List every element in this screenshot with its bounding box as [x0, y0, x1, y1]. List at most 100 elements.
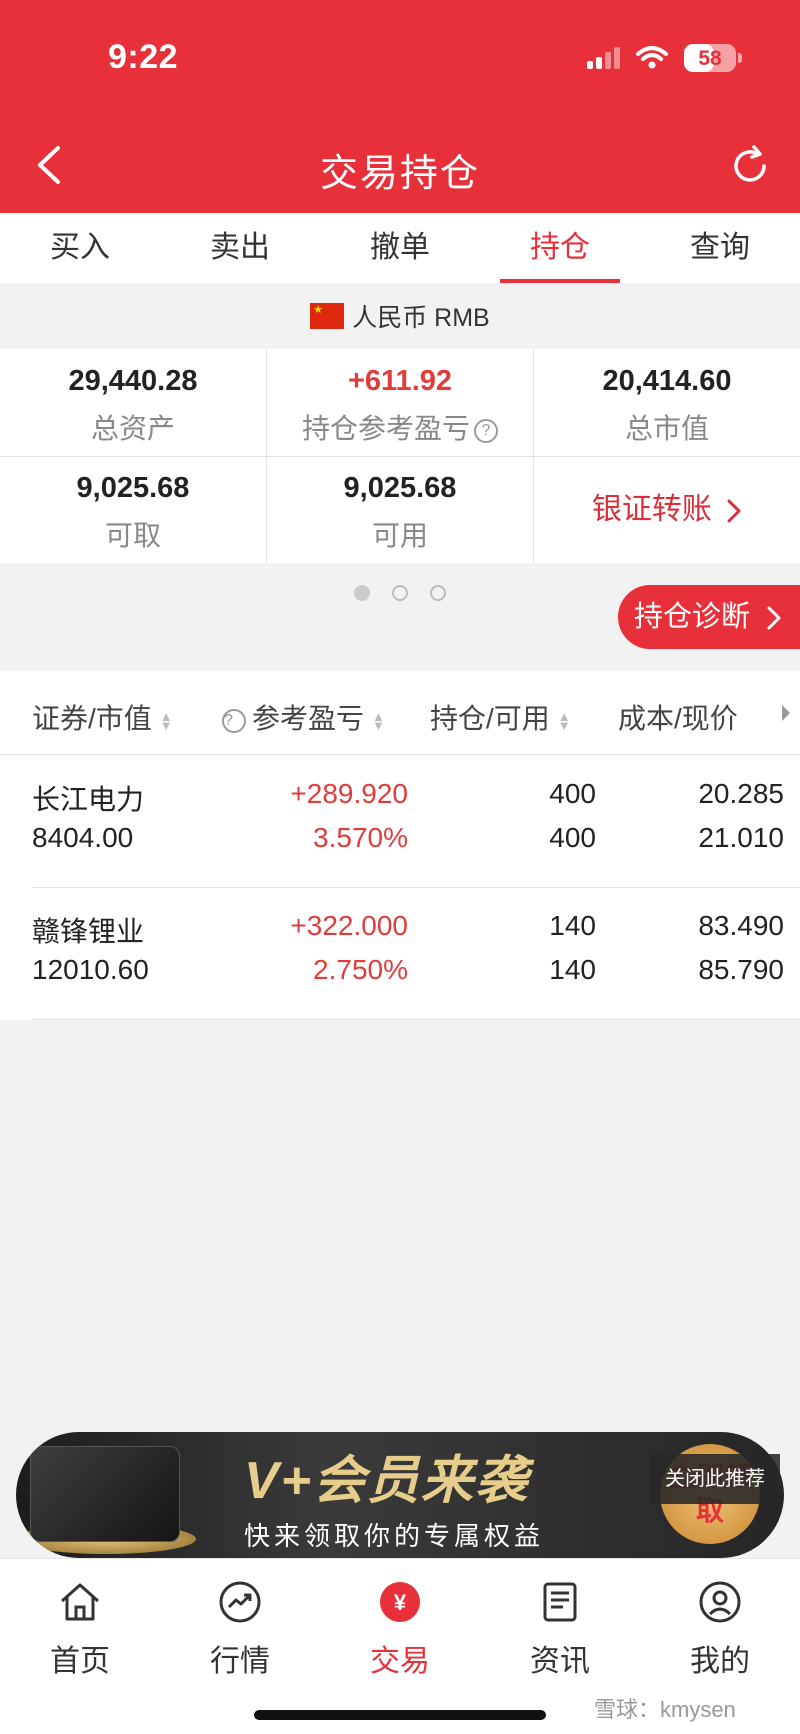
page-dot: [392, 585, 408, 601]
chevron-right-icon: [727, 499, 741, 523]
column-header-security[interactable]: 证券/市值 ▲ ▼: [32, 697, 173, 737]
stock-market-value: 8404.00: [32, 822, 134, 853]
column-header-position[interactable]: 持仓/可用 ▲ ▼: [430, 697, 571, 737]
position-diagnose-button[interactable]: 持仓诊断: [618, 585, 800, 649]
total-assets-label: 总资产: [90, 413, 175, 444]
stock-pnl: +322.000: [290, 910, 408, 941]
withdrawable-label: 可取: [104, 520, 161, 551]
table-header: 证券/市值 ▲ ▼ ? 参考盈亏 ▲ ▼ 持仓/可用 ▲ ▼ 成本/现价: [0, 671, 800, 755]
sort-icon: ▲ ▼: [159, 708, 173, 733]
nav-label: 资讯: [530, 1645, 590, 1678]
stock-price: 21.010: [698, 822, 784, 853]
chevron-right-icon: [767, 606, 781, 630]
home-icon: [61, 1583, 99, 1621]
svg-text:¥: ¥: [394, 1590, 407, 1615]
bank-transfer-link[interactable]: 银证转账: [534, 456, 800, 563]
home-indicator[interactable]: [254, 1710, 546, 1720]
promo-title: V+会员来袭: [244, 1452, 530, 1510]
column-header-label: 参考盈亏: [252, 703, 365, 734]
stock-name: 赣锋锂业: [32, 916, 145, 947]
battery-icon: 58: [684, 44, 742, 72]
refresh-button[interactable]: [726, 142, 774, 190]
available-funds: 9,025.68 可用: [267, 456, 533, 563]
nav-profile[interactable]: 我的: [640, 1579, 800, 1680]
vip-card-graphic: [30, 1446, 180, 1542]
china-flag-icon: [310, 303, 345, 329]
tab-query[interactable]: 查询: [640, 213, 800, 283]
column-header-pnl[interactable]: ? 参考盈亏 ▲ ▼: [222, 697, 385, 737]
column-header-label: 成本/现价: [618, 703, 738, 734]
stock-position: 140: [549, 910, 596, 941]
position-pnl: +611.92 持仓参考盈亏?: [267, 349, 533, 456]
trade-tabs: 买入 卖出 撤单 持仓 查询: [0, 213, 800, 283]
close-recommendation-button[interactable]: 关闭此推荐: [650, 1454, 780, 1504]
column-header-label: 证券/市值: [32, 703, 152, 734]
diagnose-label: 持仓诊断: [634, 601, 751, 633]
stock-position: 400: [549, 778, 596, 809]
sort-icon: ▲ ▼: [372, 708, 385, 733]
wifi-icon: [636, 46, 668, 69]
tab-buy[interactable]: 买入: [0, 213, 160, 283]
promo-subtitle: 快来领取你的专属权益: [244, 1521, 545, 1551]
nav-label: 交易: [370, 1645, 430, 1678]
nav-market[interactable]: 行情: [160, 1579, 320, 1680]
total-assets-value: 29,440.28: [68, 365, 198, 397]
nav-news[interactable]: 资讯: [480, 1579, 640, 1680]
nav-trade[interactable]: ¥ 交易: [320, 1579, 480, 1680]
currency-label: 人民币 RMB: [352, 304, 490, 332]
page-title: 交易持仓: [319, 153, 480, 195]
stock-name: 长江电力: [32, 784, 145, 815]
position-pnl-label-wrap: 持仓参考盈亏?: [267, 407, 533, 447]
top-bar: 9:22 58 交易持仓: [0, 0, 800, 213]
scroll-right-icon[interactable]: [780, 703, 792, 723]
stock-price: 85.790: [698, 954, 784, 985]
watermark: 雪球：kmysen: [594, 1697, 736, 1722]
currency-selector[interactable]: 人民币 RMB: [0, 283, 800, 349]
stock-pnl: +289.920: [290, 778, 408, 809]
status-icons: 58: [587, 44, 742, 72]
help-icon[interactable]: ?: [474, 418, 498, 443]
asset-summary: 29,440.28 总资产 +611.92 持仓参考盈亏? 20,414.60 …: [0, 349, 800, 563]
stock-cost: 83.490: [698, 910, 784, 941]
tab-positions[interactable]: 持仓: [480, 213, 640, 283]
stock-market-value: 12010.60: [32, 954, 149, 985]
stock-available: 400: [549, 822, 596, 853]
battery-level: 58: [698, 47, 722, 70]
withdrawable-value: 9,025.68: [76, 472, 190, 504]
user-profile-icon: [699, 1581, 741, 1623]
total-assets: 29,440.28 总资产: [0, 349, 266, 456]
available-value: 9,025.68: [343, 472, 457, 504]
stock-cost: 20.285: [698, 778, 784, 809]
status-time: 9:22: [108, 38, 179, 76]
tab-cancel-order[interactable]: 撤单: [320, 213, 480, 283]
withdrawable: 9,025.68 可取: [0, 456, 266, 563]
stock-pnl-pct: 3.570%: [313, 822, 408, 853]
yuan-coin-icon: ¥: [380, 1582, 420, 1622]
available-label: 可用: [371, 520, 428, 551]
nav-label: 首页: [50, 1645, 110, 1678]
news-document-icon: [543, 1582, 577, 1622]
market-value: 20,414.60 总市值: [534, 349, 800, 456]
column-header-label: 持仓/可用: [430, 703, 550, 734]
market-value-value: 20,414.60: [602, 365, 732, 397]
holdings-table: 证券/市值 ▲ ▼ ? 参考盈亏 ▲ ▼ 持仓/可用 ▲ ▼ 成本/现价 长江电力 8404.…: [0, 671, 800, 1020]
tab-sell[interactable]: 卖出: [160, 213, 320, 283]
bank-transfer-label: 银证转账: [591, 493, 712, 526]
table-row[interactable]: 长江电力 8404.00 +289.920 3.570% 400 400 20.…: [32, 756, 800, 888]
nav-home[interactable]: 首页: [0, 1579, 160, 1680]
page-dot: [430, 585, 446, 601]
stock-available: 140: [549, 954, 596, 985]
help-icon[interactable]: ?: [222, 708, 246, 733]
position-pnl-label: 持仓参考盈亏: [301, 413, 470, 444]
cellular-signal-icon: [587, 47, 620, 69]
position-pnl-value: +611.92: [347, 365, 453, 397]
market-chart-icon: [219, 1581, 261, 1623]
market-value-label: 总市值: [624, 413, 709, 444]
stock-pnl-pct: 2.750%: [313, 954, 408, 985]
nav-label: 行情: [210, 1645, 270, 1678]
table-row[interactable]: 赣锋锂业 12010.60 +322.000 2.750% 140 140 83…: [32, 888, 800, 1020]
sort-icon: ▲ ▼: [557, 708, 571, 733]
page-dot: [354, 585, 370, 601]
column-header-cost-price[interactable]: 成本/现价: [618, 697, 738, 737]
nav-label: 我的: [690, 1645, 750, 1678]
